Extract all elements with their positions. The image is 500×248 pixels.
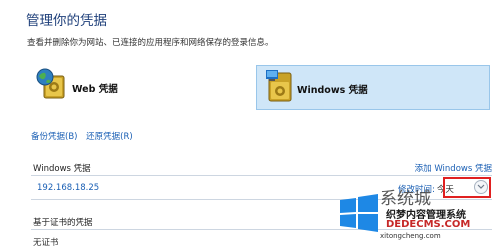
credential-actions: 备份凭据(B) 还原凭据(R) xyxy=(31,130,133,142)
watermark-url-secondary: xitongcheng.com xyxy=(380,232,441,240)
web-credentials-label: Web 凭据 xyxy=(72,84,118,95)
highlight-box xyxy=(443,177,491,198)
windows-credentials-label: Windows 凭据 xyxy=(297,85,368,96)
web-credential-icon xyxy=(36,68,65,99)
certificate-entry: 无证书 xyxy=(33,238,59,248)
web-credentials-tile[interactable]: Web 凭据 xyxy=(32,67,242,107)
windows-credential-icon xyxy=(266,70,292,102)
section-divider xyxy=(31,229,492,230)
section-divider xyxy=(31,199,492,200)
credential-entry-host[interactable]: 192.168.18.25 xyxy=(37,183,99,193)
section-divider xyxy=(31,175,492,176)
page-title: 管理你的凭据 xyxy=(26,13,107,29)
restore-credentials-link[interactable]: 还原凭据(R) xyxy=(86,132,133,142)
watermark-site-name: 织梦内容管理系统 xyxy=(386,210,466,221)
add-windows-credential-link[interactable]: 添加 Windows 凭据 xyxy=(415,162,492,174)
windows-credentials-tile[interactable]: Windows 凭据 xyxy=(256,65,490,110)
page-description: 查看并删除你为网站、已连接的应用程序和网络保存的登录信息。 xyxy=(27,38,274,48)
modified-label: 修改时间: xyxy=(398,185,435,195)
windows-credentials-heading: Windows 凭据 xyxy=(33,164,91,174)
backup-credentials-link[interactable]: 备份凭据(B) xyxy=(31,132,77,142)
certificate-credentials-heading: 基于证书的凭据 xyxy=(33,218,93,228)
